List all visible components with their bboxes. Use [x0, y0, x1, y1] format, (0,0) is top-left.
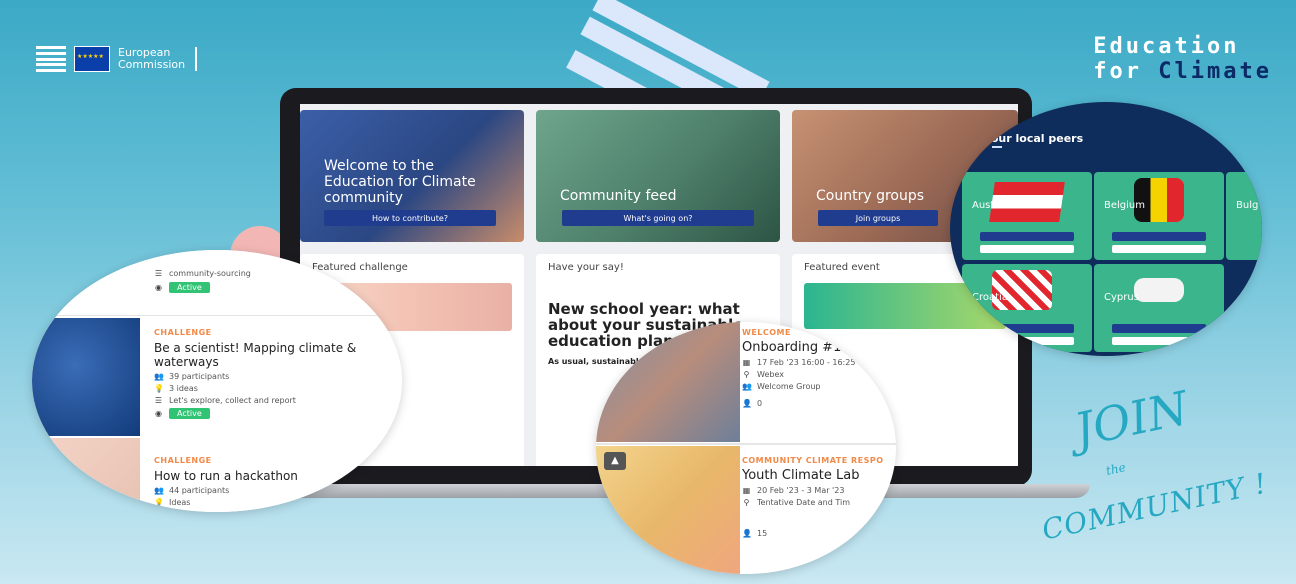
location-icon: ⚲ [743, 370, 750, 379]
country-groups-zoom-circle: d your local peers Austria Belgium Bulg … [950, 102, 1262, 356]
join-group-button[interactable] [1112, 232, 1206, 241]
triangle-icon: ▲ [604, 452, 626, 470]
filter-chip[interactable] [972, 146, 982, 148]
events-zoom-circle: WELCOME Onboarding #1 ▦ 17 Feb '23 16:00 … [596, 322, 896, 574]
european-commission-logo: European Commission [36, 46, 198, 72]
country-card-austria[interactable]: Austria [962, 172, 1092, 260]
view-group-button[interactable] [1112, 337, 1206, 345]
join-group-button[interactable] [980, 324, 1074, 333]
list-icon: ☰ [154, 269, 163, 278]
country-card-belgium[interactable]: Belgium [1094, 172, 1224, 260]
banner: European Commission Education for Climat… [0, 0, 1296, 584]
event-item[interactable]: COMMUNITY CLIMATE RESPO Youth Climate La… [742, 456, 892, 538]
challenge-row[interactable]: ☰ community-sourcing ◉ Active [32, 250, 402, 316]
hero-welcome: Welcome to the Education for Climate com… [300, 110, 524, 242]
event-item[interactable]: WELCOME Onboarding #1 ▦ 17 Feb '23 16:00 … [742, 328, 892, 408]
how-to-contribute-button[interactable]: How to contribute? [324, 210, 496, 226]
event-title[interactable]: Onboarding #1 [742, 341, 892, 355]
person-icon: 👤 [742, 529, 752, 538]
education-for-climate-title: Education for Climate [1093, 34, 1272, 84]
group-icon: 👥 [742, 382, 752, 391]
ec-wordmark: European Commission [118, 47, 198, 71]
view-group-button[interactable] [980, 245, 1074, 253]
event-title[interactable]: Youth Climate Lab [742, 469, 892, 483]
join-group-button[interactable] [980, 232, 1074, 241]
eu-flag-icon [74, 46, 110, 72]
participants-icon: 👥 [154, 372, 164, 381]
idea-icon: 💡 [154, 384, 164, 393]
whats-going-on-button[interactable]: What's going on? [562, 210, 754, 226]
idea-icon: 💡 [154, 498, 164, 507]
status-badge: Active [169, 408, 210, 419]
ec-building-icon [36, 46, 66, 72]
challenge-image [32, 438, 140, 512]
challenges-zoom-circle: ☰ community-sourcing ◉ Active CHALLENGE Be… [32, 250, 402, 512]
event-photo [596, 322, 740, 442]
calendar-icon: ▦ [742, 358, 751, 367]
cyprus-map-icon [1134, 278, 1184, 302]
status-badge: Active [169, 282, 210, 293]
status-icon: ◉ [155, 283, 162, 292]
divider [596, 443, 896, 445]
hero-title: Welcome to the Education for Climate com… [324, 158, 476, 206]
view-group-button[interactable] [980, 337, 1074, 345]
croatia-map-icon [992, 270, 1052, 310]
join-the-community-lettering: JOIN the COMMUNITY ! [1039, 380, 1271, 547]
map-image [32, 318, 140, 436]
status-icon: ◉ [155, 409, 162, 418]
hero-title: Country groups [816, 188, 925, 204]
view-group-button[interactable] [1112, 245, 1206, 253]
person-icon: 👤 [742, 399, 752, 408]
hero-title: Community feed [560, 188, 677, 204]
participants-icon: 👥 [154, 486, 164, 495]
challenge-title[interactable]: Be a scientist! Mapping climate & waterw… [154, 341, 394, 369]
hero-community-feed: Community feed What's going on? [536, 110, 780, 242]
filter-chip[interactable] [992, 146, 1002, 148]
calendar-icon: ▦ [742, 486, 751, 495]
location-icon: ⚲ [743, 498, 750, 507]
country-card-bulgaria[interactable]: Bulg [1226, 172, 1262, 260]
country-card-cyprus[interactable]: Cyprus [1094, 264, 1224, 352]
country-card-croatia[interactable]: Croatia [962, 264, 1092, 352]
list-icon: ☰ [154, 396, 163, 405]
join-groups-button[interactable]: Join groups [818, 210, 938, 226]
join-group-button[interactable] [1112, 324, 1206, 333]
challenge-title[interactable]: How to run a hackathon [154, 469, 394, 483]
